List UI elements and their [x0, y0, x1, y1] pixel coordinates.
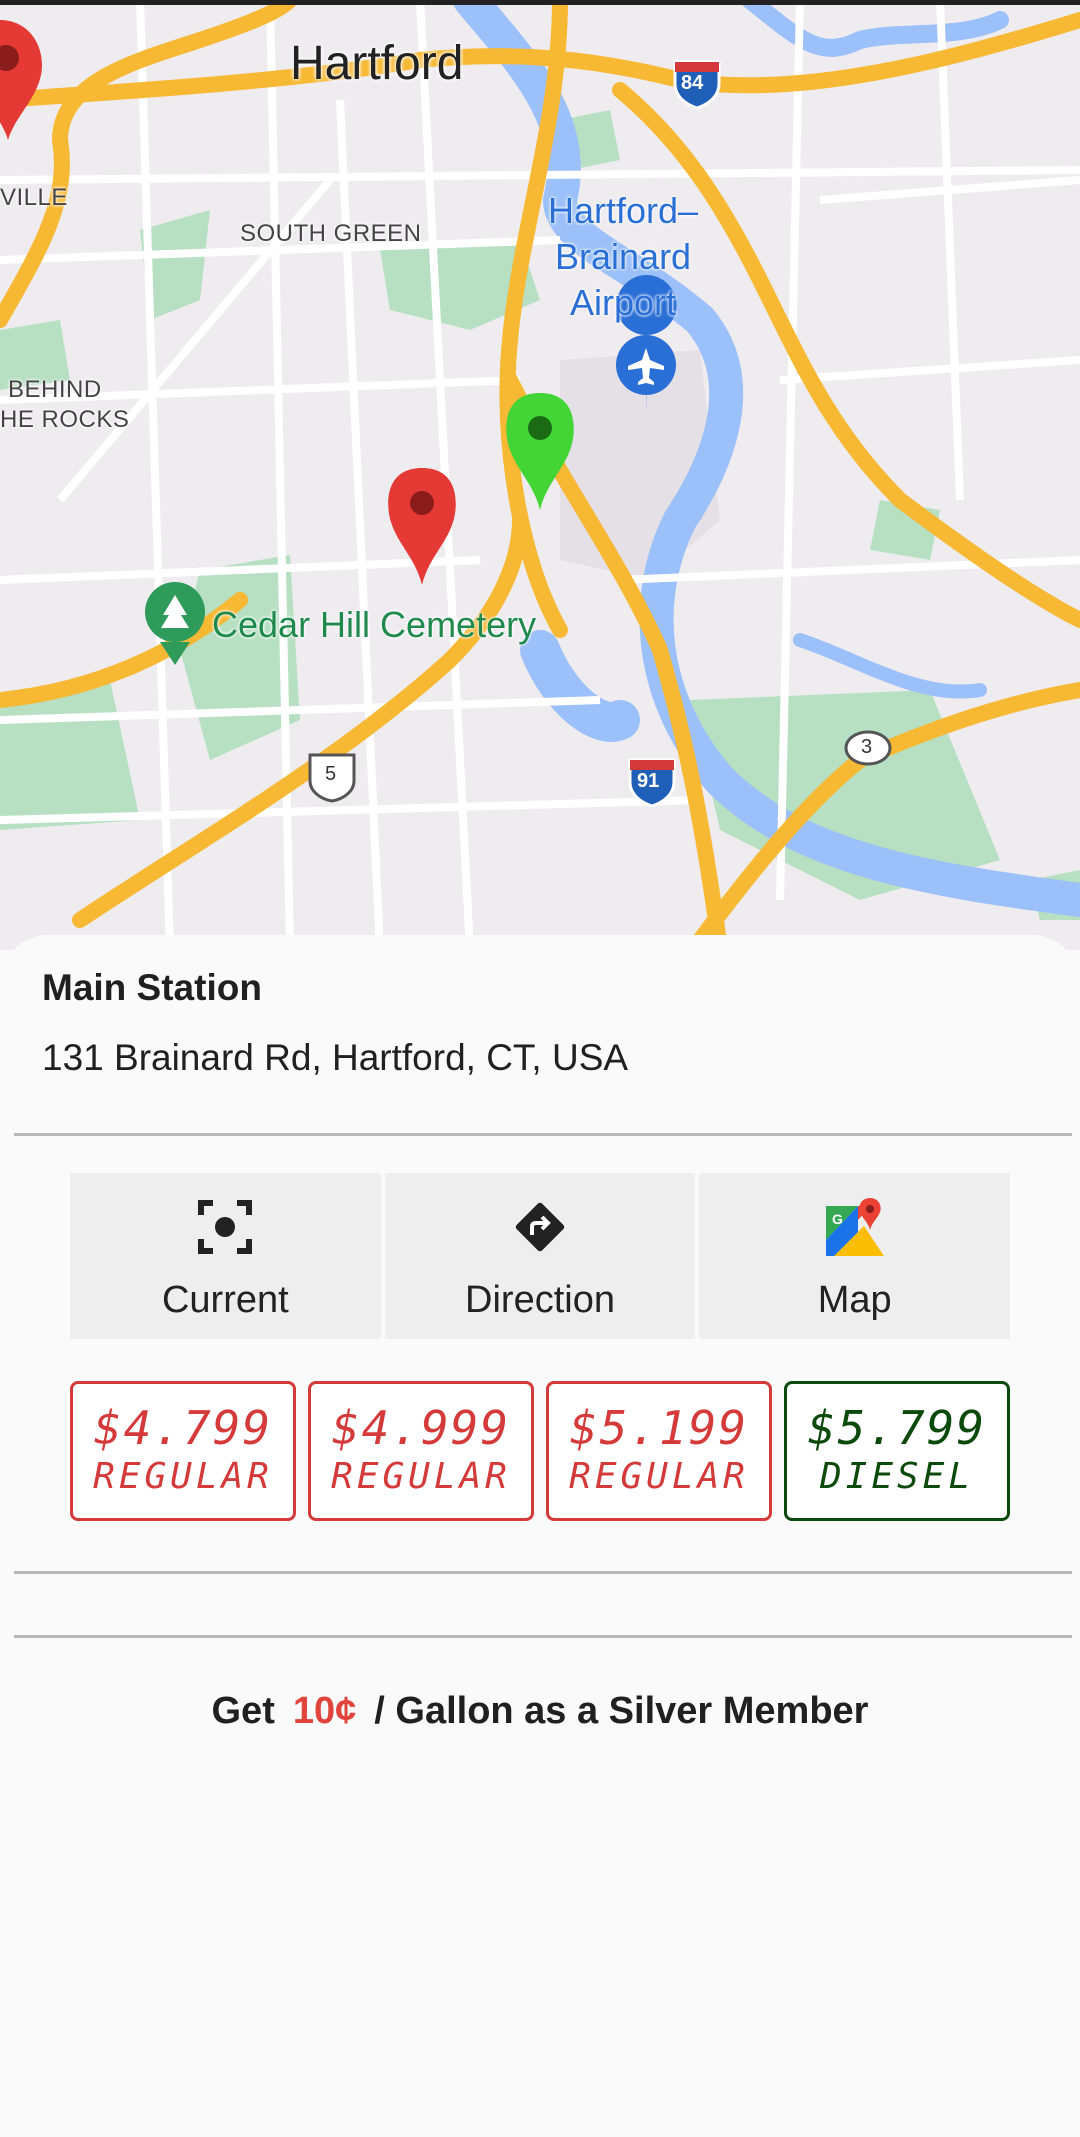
status-bar: [0, 0, 1080, 5]
price-card-regular-3[interactable]: $5.199 REGULAR: [546, 1381, 772, 1521]
station-name: Main Station: [42, 967, 262, 1008]
shield-84-label: 84: [681, 72, 704, 94]
price-amount: $5.199: [569, 1401, 749, 1455]
crosshair-icon: [193, 1195, 257, 1259]
red-marker-icon: [388, 468, 456, 585]
price-grade: REGULAR: [331, 1456, 511, 1497]
google-maps-icon: G: [823, 1195, 887, 1259]
map-label-south-green: SOUTH GREEN: [240, 220, 422, 247]
map-canvas: [0, 0, 1080, 950]
promo-prefix: Get: [211, 1690, 275, 1732]
station-address: 131 Brainard Rd, Hartford, CT, USA: [42, 1037, 629, 1078]
promo-suffix: / Gallon as a Silver Member: [374, 1690, 869, 1732]
map-label: Map: [817, 1279, 892, 1321]
price-grade: DIESEL: [819, 1456, 975, 1497]
directions-icon: [508, 1195, 572, 1259]
map-label-cemetery: Cedar Hill Cemetery: [212, 604, 537, 645]
map-label-hartford: Hartford: [290, 37, 464, 90]
map-label-behind: BEHIND: [8, 376, 102, 403]
action-bar: Current Direction G Map: [70, 1173, 1011, 1339]
red-marker-left-edge-icon: [0, 20, 42, 140]
price-amount: $4.799: [93, 1401, 273, 1455]
membership-promo[interactable]: Get 10¢ / Gallon as a Silver Member: [0, 1690, 1080, 1733]
current-label: Current: [161, 1279, 289, 1321]
price-card-regular-2[interactable]: $4.999 REGULAR: [308, 1381, 534, 1521]
map-label-the-rocks: HE ROCKS: [0, 406, 130, 433]
price-grade: REGULAR: [93, 1456, 273, 1497]
map-label-airport: Hartford– Brainard Airport: [548, 190, 699, 323]
current-location-button[interactable]: Current: [70, 1173, 381, 1339]
divider: [14, 1635, 1072, 1638]
fuel-prices: $4.799 REGULAR $4.999 REGULAR $5.199 REG…: [70, 1381, 1010, 1521]
direction-button[interactable]: Direction: [384, 1173, 696, 1339]
shield-3-label: 3: [861, 736, 873, 758]
shield-5-label: 5: [325, 763, 337, 785]
svg-text:G: G: [832, 1211, 843, 1227]
map-view[interactable]: Hartford SOUTH GREEN VILLE BEHIND HE ROC…: [0, 0, 1080, 950]
price-card-regular-1[interactable]: $4.799 REGULAR: [70, 1381, 296, 1521]
map-label-ville: VILLE: [0, 184, 68, 211]
station-bottom-sheet: Main Station 131 Brainard Rd, Hartford, …: [0, 935, 1080, 2137]
divider: [14, 1571, 1072, 1574]
price-amount: $4.999: [331, 1401, 511, 1455]
promo-discount: 10¢: [292, 1690, 357, 1732]
direction-label: Direction: [465, 1279, 615, 1321]
divider: [14, 1133, 1072, 1136]
price-grade: REGULAR: [569, 1456, 749, 1497]
open-map-button[interactable]: G Map: [699, 1173, 1011, 1339]
price-amount: $5.799: [807, 1401, 987, 1455]
price-card-diesel[interactable]: $5.799 DIESEL: [784, 1381, 1010, 1521]
shield-91-label: 91: [637, 770, 660, 792]
